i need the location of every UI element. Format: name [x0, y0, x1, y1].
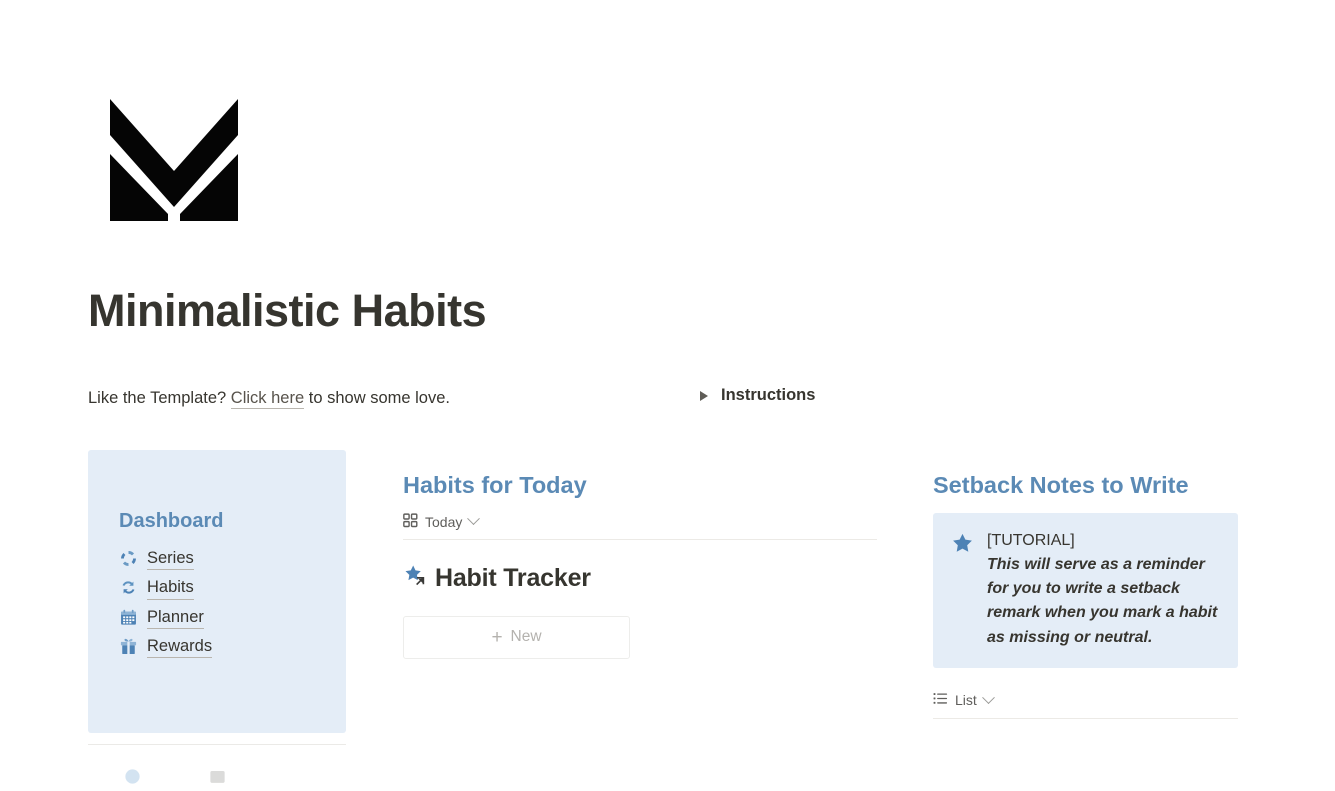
star-icon [951, 532, 974, 651]
setback-note-body: [TUTORIAL] This will serve as a reminder… [987, 529, 1222, 651]
gift-icon [119, 637, 138, 656]
partial-icon-b [208, 767, 227, 786]
sidebar-item-habits[interactable]: Habits [88, 573, 346, 602]
sidebar-item-label: Habits [147, 576, 194, 600]
star-link-icon [403, 564, 428, 594]
sync-arrows-icon [119, 578, 138, 597]
setback-notes-column: Setback Notes to Write [TUTORIAL] This w… [933, 470, 1238, 720]
setback-notes-divider [933, 718, 1238, 720]
sidebar-item-series[interactable]: Series [88, 544, 346, 573]
plus-icon: + [491, 626, 503, 648]
habits-today-heading: Habits for Today [403, 472, 587, 498]
page-title: Minimalistic Habits [88, 285, 487, 336]
circular-arrows-icon [119, 549, 138, 568]
habits-today-column: Habits for Today Today Habit Tracker + N… [403, 470, 877, 659]
chevron-down-icon[interactable] [981, 690, 995, 704]
sidebar-item-label: Rewards [147, 635, 213, 659]
setback-note-card[interactable]: [TUTORIAL] This will serve as a reminder… [933, 512, 1238, 669]
view-label: Today [425, 513, 463, 530]
partial-icon-a [123, 767, 142, 786]
new-item-label: New [510, 628, 542, 646]
setback-note-tag: [TUTORIAL] [987, 531, 1075, 549]
minimalistic-habits-logo [108, 97, 240, 223]
view-selector-list[interactable]: List [933, 690, 1238, 718]
database-link-habit-tracker[interactable]: Habit Tracker [403, 564, 877, 594]
gallery-grid-icon [403, 512, 418, 531]
chevron-down-icon[interactable] [467, 512, 481, 526]
setback-notes-heading: Setback Notes to Write [933, 472, 1189, 498]
setback-note-text: This will serve as a reminder for you to… [987, 555, 1218, 646]
calendar-icon [119, 608, 138, 627]
sidebar-item-label: Series [147, 547, 194, 571]
click-here-link[interactable]: Click here [230, 389, 305, 409]
left-column-divider [88, 744, 346, 745]
page-root: Minimalistic Habits Like the Template? C… [0, 0, 1335, 785]
dashboard-column: Dashboard Series Habits Planner Rewards [88, 450, 346, 786]
dashboard-heading: Dashboard [119, 510, 224, 532]
sidebar-item-planner[interactable]: Planner [88, 603, 346, 632]
triangle-right-icon[interactable] [700, 390, 708, 401]
list-view-icon [933, 691, 948, 709]
sidebar-item-label: Planner [147, 606, 204, 629]
new-item-button[interactable]: + New [403, 615, 630, 659]
view-selector-today[interactable]: Today [403, 512, 877, 539]
instructions-toggle[interactable]: Instructions [700, 386, 815, 405]
instructions-label: Instructions [721, 386, 816, 404]
view-label: List [955, 692, 977, 709]
habits-today-divider [403, 538, 877, 540]
dashboard-card: Dashboard Series Habits Planner Rewards [88, 450, 346, 733]
sidebar-item-rewards[interactable]: Rewards [88, 632, 346, 661]
subline-prefix: Like the Template? [88, 389, 231, 407]
database-title: Habit Tracker [435, 564, 591, 593]
subline-suffix: to show some love. [304, 389, 450, 407]
subline: Like the Template? Click here to show so… [88, 386, 450, 411]
left-column-overflow-stub [88, 767, 346, 786]
